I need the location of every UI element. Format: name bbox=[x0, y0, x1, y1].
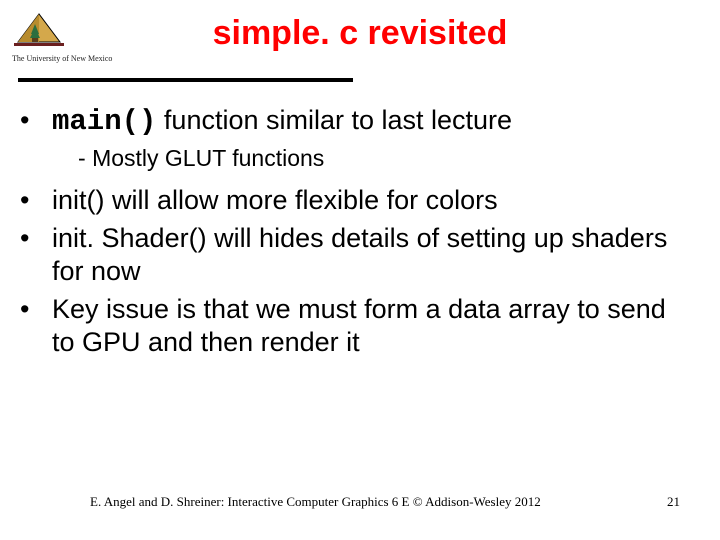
bullet-text: function similar to last lecture bbox=[156, 105, 512, 135]
bullet-code: main() bbox=[52, 105, 156, 138]
bullet-marker: • bbox=[36, 293, 52, 326]
bullet-text: init. Shader() will hides details of set… bbox=[52, 223, 667, 286]
logo-org-name: The University of New Mexico bbox=[12, 54, 142, 63]
slide-title: simple. c revisited bbox=[0, 14, 720, 53]
bullet-item: •main() function similar to last lecture bbox=[36, 104, 690, 139]
bullet-text: Key issue is that we must form a data ar… bbox=[52, 294, 666, 357]
bullet-item: •Key issue is that we must form a data a… bbox=[36, 293, 690, 359]
page-number: 21 bbox=[667, 494, 680, 510]
bullet-text: init() will allow more flexible for colo… bbox=[52, 185, 498, 215]
footer-text: E. Angel and D. Shreiner: Interactive Co… bbox=[90, 494, 541, 510]
bullet-item: •init. Shader() will hides details of se… bbox=[36, 222, 690, 288]
title-underline bbox=[18, 78, 353, 82]
bullet-marker: • bbox=[36, 104, 52, 137]
bullet-item: •init() will allow more flexible for col… bbox=[36, 184, 690, 217]
sub-bullet-item: - Mostly GLUT functions bbox=[78, 144, 690, 172]
content-area: •main() function similar to last lecture… bbox=[30, 104, 690, 364]
bullet-marker: • bbox=[36, 222, 52, 255]
bullet-marker: • bbox=[36, 184, 52, 217]
sub-bullet-text: Mostly GLUT functions bbox=[92, 145, 324, 171]
bullet-dash: - bbox=[78, 145, 92, 171]
